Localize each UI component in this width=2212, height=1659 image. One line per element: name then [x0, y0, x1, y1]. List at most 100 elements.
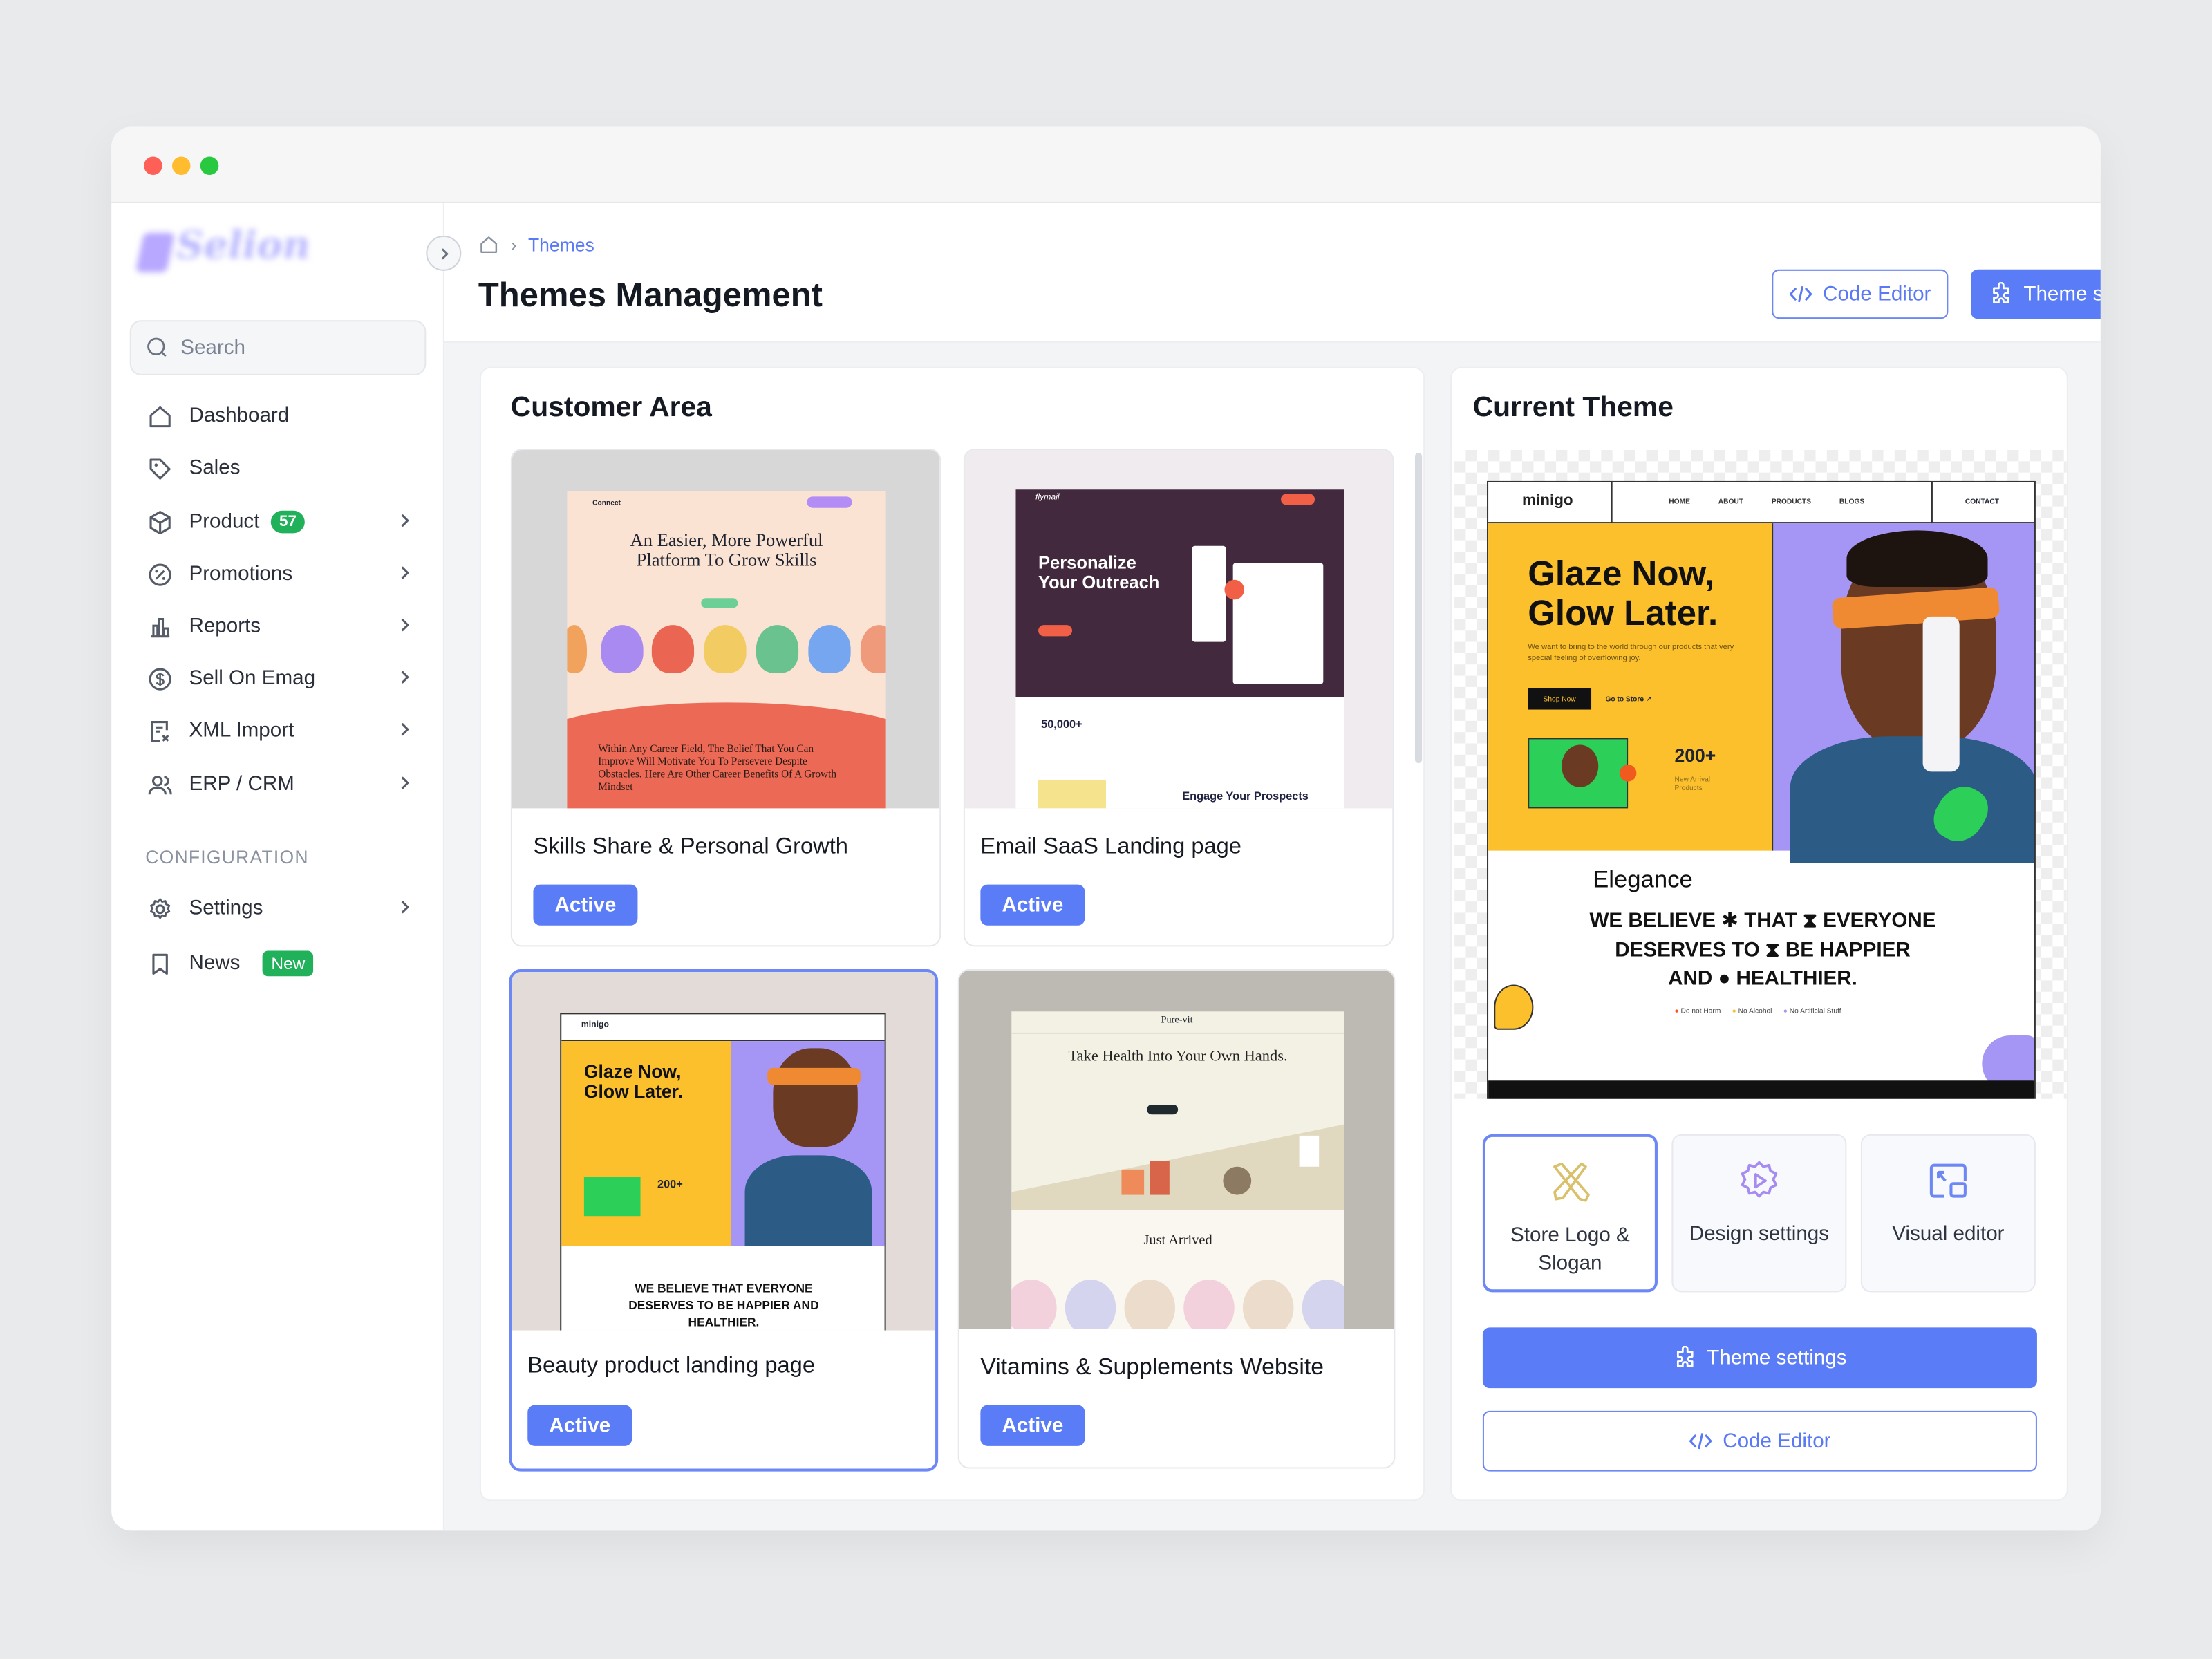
preview-bullet: No Alcohol [1738, 1007, 1772, 1016]
search-input[interactable]: Search [129, 320, 427, 375]
sidebar: Selion Search Dashboard Sales Product 57… [111, 203, 462, 1531]
theme-settings-button[interactable]: Theme settings [1482, 1327, 2037, 1389]
sidebar-item-promotions[interactable]: Promotions [145, 553, 413, 595]
sidebar-item-sales[interactable]: Sales [145, 447, 413, 489]
users-icon [145, 770, 174, 798]
sidebar-item-label: XML Import [189, 719, 294, 742]
page-header: › Themes Themes Management Code Editor T… [444, 203, 2101, 343]
theme-settings-button[interactable]: Theme settings [1971, 269, 2101, 319]
theme-card[interactable]: Pure-vit Take Health Into Your Own Hands… [957, 969, 1396, 1469]
design-settings-tile[interactable]: Design settings [1671, 1134, 1847, 1293]
scrollbar[interactable] [1414, 453, 1423, 764]
tile-label: Visual editor [1892, 1223, 2005, 1246]
theme-name: Beauty product landing page [527, 1354, 816, 1378]
sidebar-item-xml-import[interactable]: XML Import [145, 710, 413, 752]
title-bar [111, 126, 2101, 203]
code-icon [1689, 1433, 1713, 1450]
active-button[interactable]: Active [980, 1405, 1085, 1446]
minimize-window-button[interactable] [171, 156, 191, 176]
file-import-icon [145, 717, 174, 745]
preview-sub: Just Arrived [1143, 1232, 1212, 1249]
preview-body: Within Any Career Field, The Belief That… [598, 742, 837, 793]
sidebar-item-settings[interactable]: Settings [145, 888, 413, 930]
preview-headline-2: Glow Later. [1528, 594, 1718, 634]
current-theme-panel: Current Theme minigo HOME ABOUT PRODUCTS… [1450, 366, 2068, 1501]
preview-believe-line: DESERVES TO ⧗ BE HAPPIER [1615, 939, 1911, 962]
preview-bullet: No Artificial Stuff [1789, 1007, 1841, 1016]
active-button[interactable]: Active [533, 884, 638, 926]
preview-nav-blogs: BLOGS [1839, 498, 1865, 507]
configuration-heading: CONFIGURATION [145, 846, 309, 868]
sidebar-item-sell-on-emag[interactable]: Sell On Emag [145, 657, 413, 700]
window-arrow-icon [1929, 1163, 1967, 1198]
logo[interactable]: Selion [135, 224, 313, 284]
preview-bullet: Do not Harm [1680, 1007, 1721, 1016]
sidebar-item-erp-crm[interactable]: ERP / CRM [145, 763, 413, 805]
dollar-icon [145, 664, 174, 693]
theme-preview: flymail Personalize Your Outreach 50,000… [964, 450, 1393, 809]
preview-body: WE BELIEVE THAT EVERYONE DESERVES TO BE … [628, 1281, 819, 1329]
chevron-right-icon [401, 722, 409, 736]
preview-nav-products: PRODUCTS [1771, 498, 1812, 507]
visual-editor-tile[interactable]: Visual editor [1860, 1134, 2036, 1293]
theme-settings-label: Theme settings [2023, 283, 2100, 306]
new-badge: New [263, 950, 314, 977]
chart-bar-icon [145, 612, 174, 641]
close-window-button[interactable] [144, 156, 162, 176]
search-icon [147, 337, 167, 357]
code-editor-label: Code Editor [1823, 283, 1931, 306]
breadcrumb-themes[interactable]: Themes [528, 234, 594, 256]
chevron-right-icon [401, 671, 409, 684]
preview-headline-1: Glaze Now, [1528, 554, 1715, 594]
code-editor-button[interactable]: Code Editor [1482, 1410, 2037, 1472]
maximize-window-button[interactable] [200, 156, 219, 176]
preview-headline: Take Health Into Your Own Hands. [1068, 1048, 1288, 1065]
chevron-right-icon [401, 900, 409, 914]
sidebar-item-label: Sell On Emag [189, 667, 316, 690]
sidebar-item-dashboard[interactable]: Dashboard [145, 395, 413, 437]
preview-brand: Pure-vit [1161, 1014, 1193, 1026]
sidebar-item-reports[interactable]: Reports [145, 606, 413, 648]
active-button[interactable]: Active [527, 1405, 632, 1446]
gear-icon [145, 894, 174, 923]
tag-icon [145, 454, 174, 482]
preview-stat: 200+ [1674, 744, 1716, 767]
preview-nav-contact: CONTACT [1965, 498, 1999, 507]
theme-card-selected[interactable]: minigo Glaze Now, Glow Later. 200+ WE BE… [509, 969, 939, 1472]
active-button[interactable]: Active [980, 884, 1085, 926]
preview-brand: minigo [1522, 492, 1573, 509]
theme-name: Skills Share & Personal Growth [533, 835, 848, 859]
sidebar-item-product[interactable]: Product 57 [145, 500, 413, 543]
preview-tagline: We want to bring to the world through ou… [1528, 643, 1734, 664]
tile-label: Store Logo & Slogan [1510, 1224, 1630, 1275]
theme-preview: minigo Glaze Now, Glow Later. 200+ WE BE… [512, 972, 936, 1331]
sidebar-item-news[interactable]: News New [145, 942, 413, 984]
sidebar-item-label: News [189, 952, 241, 975]
store-logo-slogan-tile[interactable]: Store Logo & Slogan [1482, 1134, 1658, 1293]
code-editor-button[interactable]: Code Editor [1772, 269, 1949, 319]
current-theme-preview[interactable]: minigo HOME ABOUT PRODUCTS BLOGS CONTACT [1454, 450, 2067, 1099]
sidebar-item-label: Dashboard [189, 404, 290, 428]
product-count-badge: 57 [270, 510, 306, 534]
gear-play-icon [1741, 1161, 1778, 1198]
theme-card[interactable]: Connect An Easier, More Powerful Platfor… [510, 448, 941, 947]
collapse-sidebar-button[interactable] [426, 235, 462, 271]
sidebar-item-label: Reports [189, 615, 261, 638]
theme-card[interactable]: flymail Personalize Your Outreach 50,000… [963, 448, 1394, 947]
preview-stat: 50,000+ [1041, 718, 1082, 731]
chevron-right-icon [401, 514, 409, 527]
bookmark-icon [145, 949, 174, 977]
sidebar-item-label: Promotions [189, 563, 293, 585]
customer-area-title: Customer Area [510, 392, 712, 424]
theme-settings-label: Theme settings [1707, 1346, 1847, 1369]
chevron-right-icon [401, 566, 409, 579]
code-icon [1789, 285, 1813, 303]
main-content: › Themes Themes Management Code Editor T… [444, 203, 2101, 1531]
sidebar-item-label: Settings [189, 897, 263, 920]
chevron-right-icon [440, 247, 448, 259]
current-theme-title: Current Theme [1472, 392, 1674, 424]
home-icon[interactable] [478, 234, 500, 256]
tile-label: Design settings [1689, 1223, 1830, 1246]
theme-name: Email SaaS Landing page [980, 835, 1241, 859]
theme-name-label: Elegance [1593, 866, 1693, 893]
